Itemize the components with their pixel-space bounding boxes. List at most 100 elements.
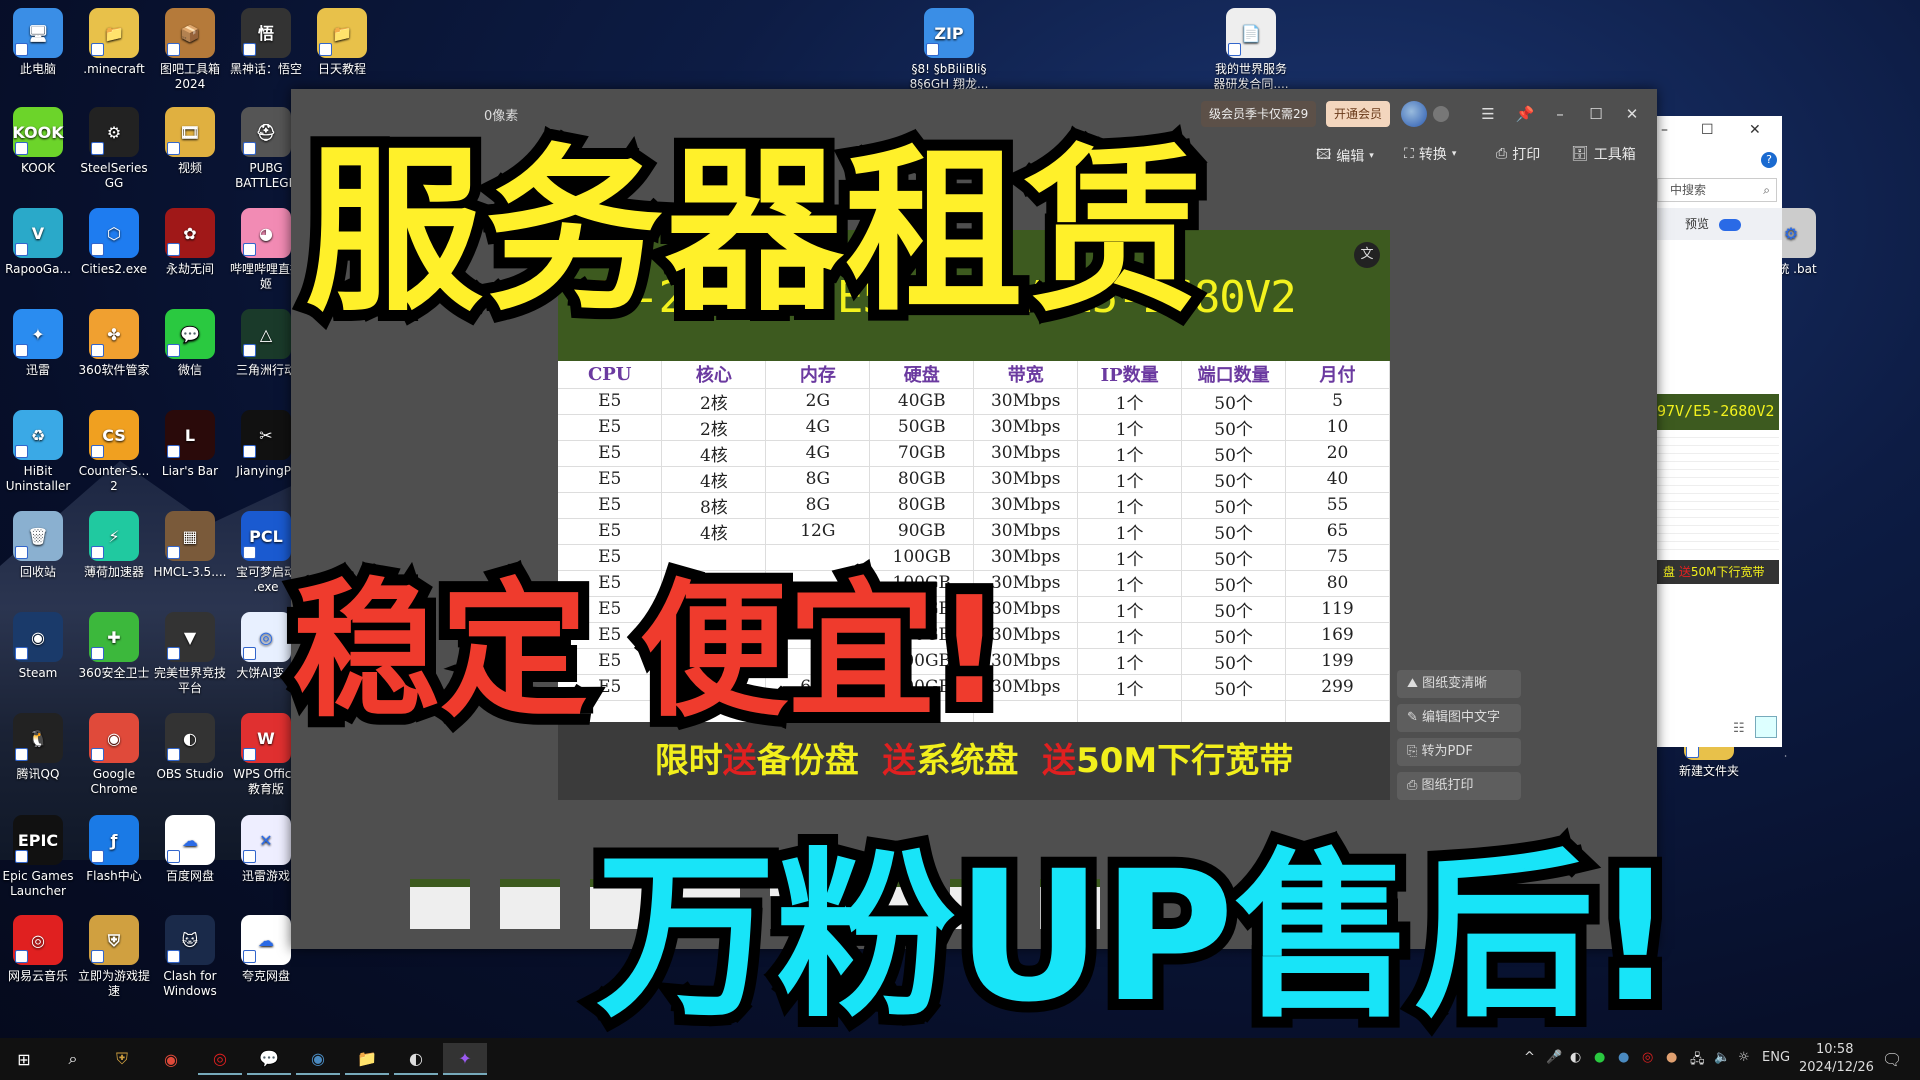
desktop-icon[interactable]: KOOK KOOK [0,107,78,176]
maximize-icon[interactable]: ☐ [1701,122,1714,138]
minimize-icon[interactable]: – [1547,101,1573,127]
thumbnail[interactable] [410,879,470,929]
desktop-icon-label: Steam [18,666,58,680]
help-icon[interactable]: ? [1761,152,1777,168]
side-action-button[interactable]: ⎘ 转为PDF [1397,738,1521,766]
desktop-icon[interactable]: ✿ 永劫无间 [150,208,230,277]
taskbar-obs-button[interactable]: ◐ [394,1043,438,1075]
convert-button[interactable]: ⛶ 转换 ▾ [1404,144,1456,164]
taskbar-booster-button[interactable]: ⛨ [100,1043,144,1075]
extract-text-icon[interactable]: 文 [1354,242,1380,268]
microphone-icon[interactable]: 🎤 [1546,1050,1562,1065]
desktop-icon[interactable]: CS Counter-S... 2 [74,410,154,494]
desktop-icon[interactable]: L Liar's Bar [150,410,230,479]
desktop-icon[interactable]: ✚ 360安全卫士 [74,612,154,681]
pin-icon[interactable]: 📌 [1512,101,1538,127]
desktop-icon[interactable]: ◉ Google Chrome [74,713,154,797]
avatar[interactable] [1401,101,1427,127]
preview-label: 预览 [1685,217,1710,231]
desktop-icon[interactable]: ▼ 完美世界竞技平台 [150,612,230,696]
desktop-icon[interactable]: V RapooGa... [0,208,78,277]
taskbar-editor-button[interactable]: ✦ [443,1043,487,1075]
toolbox-button[interactable]: 🗄 工具箱 [1571,144,1636,164]
table-cell: 4核 [661,466,767,493]
desktop-icon[interactable]: 🗑 回收站 [0,511,78,580]
desktop-icon[interactable]: 📁 .minecraft [74,8,154,77]
desktop-icon[interactable]: ♻ HiBit Uninstaller [0,410,78,494]
taskbar-netease-music-button[interactable]: ◎ [198,1043,242,1075]
desktop-icon[interactable]: ƒ Flash中心 [74,815,154,884]
table-cell: 50个 [1181,674,1287,701]
desktop-icon[interactable]: 🐧 腾讯QQ [0,713,78,782]
side-action-button[interactable]: ✎ 编辑图中文字 [1397,704,1521,732]
thumbnail[interactable] [500,879,560,929]
search-input[interactable]: 中搜索 ⌕ [1657,178,1777,202]
column-header: 月付 [1285,361,1390,389]
taskbar-chrome-button[interactable]: ◉ [149,1043,193,1075]
close-icon[interactable]: ✕ [1749,122,1761,138]
details-view-icon[interactable]: ☷ [1733,721,1745,736]
edit-button[interactable]: 🖾 编辑 ▾ [1316,144,1374,168]
netease-tray-icon[interactable]: ◎ [1642,1050,1653,1065]
clock-time[interactable]: 10:58 [1816,1042,1853,1057]
minimize-icon[interactable]: – [1661,122,1668,138]
promo-text[interactable]: 级会员季卡仅需29 [1201,101,1317,127]
app-icon: ⬡ [89,208,139,258]
desktop-icon[interactable]: ☁ 百度网盘 [150,815,230,884]
obs-tray-icon[interactable]: ◐ [1570,1050,1581,1065]
taskbar-file-explorer-button[interactable]: 📁 [345,1043,389,1075]
desktop-icon[interactable]: 悟黑神话：悟空 [226,8,306,77]
taskbar-wechat-button[interactable]: 💬 [247,1043,291,1075]
desktop-icon[interactable]: 📦 图吧工具箱 2024 [150,8,230,92]
preview-toggle[interactable] [1718,218,1741,231]
network-icon[interactable]: 🖧 [1690,1050,1705,1072]
table-cell: 50个 [1181,648,1287,675]
desktop-icon[interactable]: 🖥 此电脑 [0,8,78,77]
taskbar-steam-button[interactable]: ◉ [296,1043,340,1075]
table-cell: 1个 [1077,518,1183,545]
wechat-tray-icon[interactable]: ● [1594,1050,1605,1065]
table-cell: E5 [558,492,663,519]
vip-button[interactable]: 开通会员 [1326,101,1391,127]
desktop-icon[interactable]: ▦ HMCL-3.5.... [150,511,230,580]
desktop-icon[interactable]: ⬡ Cities2.exe [74,208,154,277]
desktop-icon[interactable]: EPIC Epic Games Launcher [0,815,78,899]
clock-date[interactable]: 2024/12/26 [1799,1060,1874,1075]
desktop-icon[interactable]: 📁 日天教程 [302,8,382,77]
table-cell: 10 [1285,414,1390,441]
app-icon: 🖥 [13,8,63,58]
desktop-icon[interactable]: 🎞 视频 [150,107,230,176]
desktop-icon[interactable]: 💬 微信 [150,309,230,378]
coin-icon[interactable] [1433,106,1449,122]
side-action-button[interactable]: ⛰ 图纸变清晰 [1397,670,1521,698]
desktop-icon[interactable]: ◎ 网易云音乐 [0,915,78,984]
taskbar-search-button[interactable]: ⌕ [51,1043,95,1075]
desktop-icon[interactable]: ✦ 迅雷 [0,309,78,378]
menu-icon[interactable]: ☰ [1475,101,1501,127]
desktop-icon[interactable]: ◉ Steam [0,612,78,681]
desktop-icon[interactable]: 📄 我的世界服务器研发合同.... [1211,8,1291,92]
audio-app-tray-icon[interactable]: ● [1666,1050,1677,1065]
steam-tray-icon[interactable]: ● [1618,1050,1629,1065]
maximize-icon[interactable]: ☐ [1583,101,1609,127]
language-indicator[interactable]: ENG [1762,1050,1790,1065]
thumbnail-view-icon[interactable] [1755,716,1777,738]
close-icon[interactable]: ✕ [1619,101,1645,127]
desktop-icon[interactable]: 🐱 Clash for Windows [150,915,230,999]
volume-icon[interactable]: 🔈 [1714,1050,1730,1065]
app-icon: 🗑 [13,511,63,561]
app-icon: ◎ [241,612,291,662]
desktop-icon[interactable]: ⛨ 立即为游戏提速 [74,915,154,999]
desktop-icon-label: OBS Studio [156,767,224,781]
brightness-icon[interactable]: ☼ [1738,1050,1750,1065]
taskbar-start-button[interactable]: ⊞ [2,1043,46,1075]
table-row: E5 8核 8G 80GB 30Mbps 1个 50个 55 [558,492,1390,519]
desktop-icon[interactable]: ✤ 360软件管家 [74,309,154,378]
print-button[interactable]: ⎙ 打印 [1496,144,1540,164]
desktop-icon[interactable]: ⚙ SteelSeries GG [74,107,154,191]
tray-expand-icon[interactable]: ^ [1524,1050,1535,1065]
notification-icon[interactable]: 🗨 [1882,1050,1902,1069]
desktop-icon[interactable]: ZIP §8! §bBiliBli§ 8§6GH 翔龙... [909,8,989,92]
desktop-icon[interactable]: ⚡ 薄荷加速器 [74,511,154,580]
desktop-icon[interactable]: ◐ OBS Studio [150,713,230,782]
